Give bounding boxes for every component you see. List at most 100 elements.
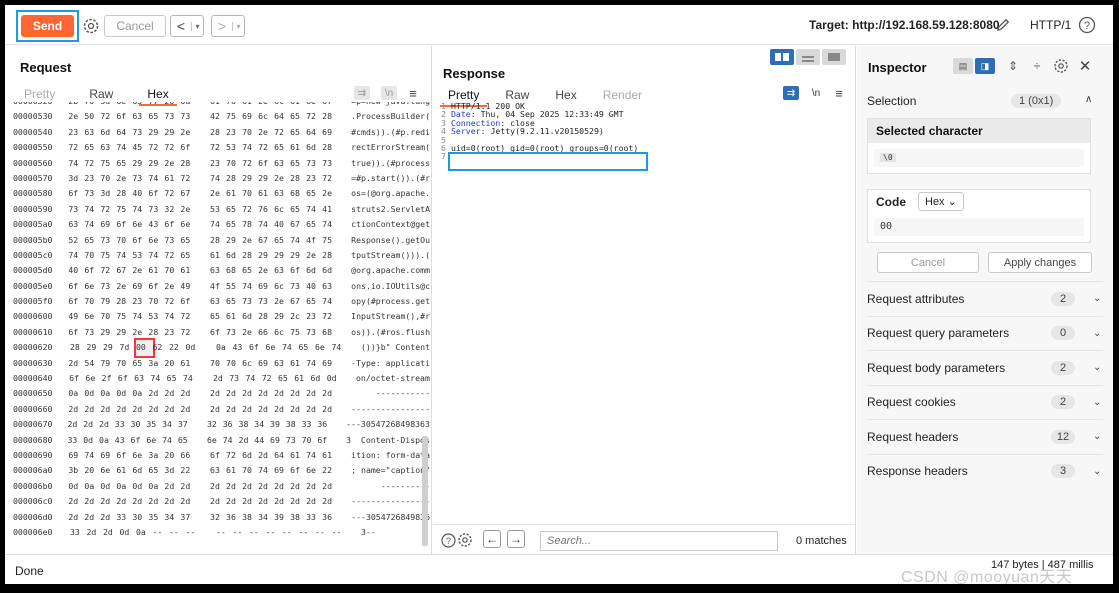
hex-byte[interactable]: 28 — [70, 340, 87, 355]
hex-byte[interactable]: 33 — [302, 417, 318, 432]
hex-byte[interactable]: 34 — [258, 510, 274, 525]
request-tab-pretty[interactable]: Pretty — [24, 87, 55, 103]
hex-byte[interactable]: 69 — [242, 109, 258, 124]
hex-byte[interactable]: 75 — [226, 109, 242, 124]
hex-byte[interactable]: 65 — [180, 248, 196, 263]
hex-byte[interactable]: 75 — [116, 202, 132, 217]
hex-byte[interactable]: -- — [186, 525, 203, 540]
hex-byte[interactable]: 61 — [164, 171, 180, 186]
hex-row[interactable]: 00000530 2e 50 72 6f 63 65 73 73 42 75 69 6c 64 65 72 28… — [13, 109, 430, 124]
hex-byte[interactable]: 33 — [70, 525, 87, 540]
hex-byte[interactable]: 29 — [100, 325, 116, 340]
hex-byte[interactable]: 66 — [180, 448, 196, 463]
hex-byte[interactable]: 2d — [274, 386, 290, 401]
hex-byte[interactable]: 72 — [164, 186, 180, 201]
hex-byte[interactable]: 2d — [84, 402, 100, 417]
hex-byte[interactable]: -- — [216, 525, 233, 540]
hex-byte[interactable]: 38 — [286, 417, 302, 432]
hex-byte[interactable]: 73 — [242, 294, 258, 309]
menu-icon[interactable]: ≡ — [406, 86, 420, 101]
hex-byte[interactable]: 74 — [210, 171, 226, 186]
hex-byte[interactable]: 2e — [258, 263, 274, 278]
hex-row[interactable]: 000006d0 2d 2d 2d 33 30 35 34 37 32 36 38 34 39 38 33 36… — [13, 510, 430, 525]
hex-byte[interactable]: 66 — [258, 325, 274, 340]
hex-byte[interactable]: 20 — [84, 463, 100, 478]
hex-row[interactable]: 00000550 72 65 63 74 45 72 72 6f 72 53 74 72 65 61 6d 28… — [13, 140, 430, 155]
hex-byte[interactable]: 2d — [84, 510, 100, 525]
hex-byte[interactable]: 6c — [242, 356, 258, 371]
hex-byte[interactable]: 70 — [84, 102, 100, 109]
expand-all-icon[interactable]: ⇕ — [1005, 58, 1021, 74]
hex-byte[interactable]: 33 — [115, 417, 131, 432]
hex-byte[interactable]: 61 — [290, 448, 306, 463]
hex-byte[interactable]: 61 — [210, 248, 226, 263]
hex-byte[interactable]: 65 — [226, 202, 242, 217]
hex-byte[interactable]: 6e — [315, 340, 332, 355]
hex-byte[interactable]: 74 — [68, 248, 84, 263]
hex-byte[interactable]: 75 — [290, 325, 306, 340]
hex-byte[interactable]: 32 — [207, 417, 223, 432]
hex-byte[interactable]: 74 — [148, 171, 164, 186]
hex-byte[interactable]: 65 — [226, 294, 242, 309]
hex-byte[interactable]: 28 — [322, 140, 338, 155]
hex-byte[interactable]: 28 — [116, 186, 132, 201]
hex-byte[interactable]: 70 — [242, 186, 258, 201]
hex-byte[interactable]: 65 — [290, 125, 306, 140]
hex-byte[interactable]: 70 — [116, 356, 132, 371]
hex-byte[interactable]: 65 — [226, 217, 242, 232]
hex-byte[interactable]: 72 — [226, 448, 242, 463]
hex-byte[interactable]: 73 — [306, 156, 322, 171]
hex-byte[interactable]: 61 — [294, 371, 310, 386]
hex-byte[interactable]: 6f — [68, 294, 84, 309]
hex-byte[interactable]: 2e — [116, 279, 132, 294]
hex-byte[interactable]: 74 — [162, 433, 178, 448]
hex-byte[interactable]: 68 — [226, 263, 242, 278]
hex-byte[interactable]: 2d — [242, 386, 258, 401]
hex-byte[interactable]: 2d — [68, 356, 84, 371]
hex-byte[interactable]: 2e — [180, 202, 196, 217]
inspector-section-request-cookies[interactable]: Request cookies 2 ⌄ — [867, 384, 1103, 419]
hex-byte[interactable]: 29 — [274, 248, 290, 263]
hex-byte[interactable]: 70 — [242, 125, 258, 140]
hex-byte[interactable]: 68 — [290, 186, 306, 201]
hex-byte[interactable]: 2d — [180, 386, 196, 401]
hex-row[interactable]: 000005b0 52 65 73 70 6f 6e 73 65 28 29 2e 67 65 74 4f 75… — [13, 233, 430, 248]
hex-byte[interactable]: 20 — [164, 356, 180, 371]
hex-byte[interactable]: 74 — [245, 371, 261, 386]
help-icon[interactable]: ? — [440, 532, 456, 548]
hex-byte[interactable]: 6d — [306, 263, 322, 278]
hex-byte[interactable]: 74 — [116, 248, 132, 263]
hex-byte[interactable]: -- — [153, 525, 170, 540]
hex-byte[interactable]: 23 — [226, 125, 242, 140]
hex-row[interactable]: 00000620 28 29 29 7d 00 62 22 0d 0a 43 6f 6e 74 65 6e 74… — [13, 338, 430, 358]
hex-byte[interactable]: 2d — [242, 494, 258, 509]
hex-byte[interactable]: 6f — [68, 279, 84, 294]
hex-byte[interactable]: 0a — [132, 386, 148, 401]
hex-byte[interactable]: 67 — [180, 186, 196, 201]
wrap-lines-icon[interactable]: ⇉ — [354, 86, 370, 100]
hex-byte[interactable]: 6e — [116, 102, 132, 109]
hex-byte[interactable]: 2d — [226, 494, 242, 509]
hex-byte[interactable]: 6e — [148, 233, 164, 248]
hex-row[interactable]: 00000600 49 6e 70 75 74 53 74 72 65 61 6d 28 29 2c 23 72… — [13, 309, 430, 324]
hex-byte[interactable]: 6f — [116, 448, 132, 463]
hex-byte[interactable]: 63 — [274, 156, 290, 171]
chevron-down-icon[interactable]: ⌄ — [1093, 431, 1103, 442]
chevron-down-icon[interactable]: ⌄ — [1093, 397, 1103, 408]
hex-byte[interactable]: 2d — [164, 386, 180, 401]
hex-byte[interactable]: 2d — [242, 402, 258, 417]
hex-byte[interactable]: 61 — [116, 463, 132, 478]
layout-panel-icon[interactable]: ◨ — [975, 58, 995, 74]
hex-byte[interactable]: 2e — [132, 325, 148, 340]
hex-byte[interactable]: 6f — [290, 463, 306, 478]
hex-byte[interactable]: 72 — [180, 325, 196, 340]
hex-byte[interactable]: 23 — [84, 171, 100, 186]
hex-byte[interactable]: 2d — [322, 494, 338, 509]
hex-byte[interactable]: 63 — [68, 217, 84, 232]
hex-byte[interactable]: 2e — [306, 248, 322, 263]
hex-byte[interactable]: 74 — [322, 294, 338, 309]
layout-stacked-icon[interactable] — [796, 49, 820, 65]
hex-byte[interactable]: 40 — [68, 263, 84, 278]
hex-byte[interactable]: 2d — [322, 386, 338, 401]
hex-byte[interactable]: 70 — [242, 463, 258, 478]
